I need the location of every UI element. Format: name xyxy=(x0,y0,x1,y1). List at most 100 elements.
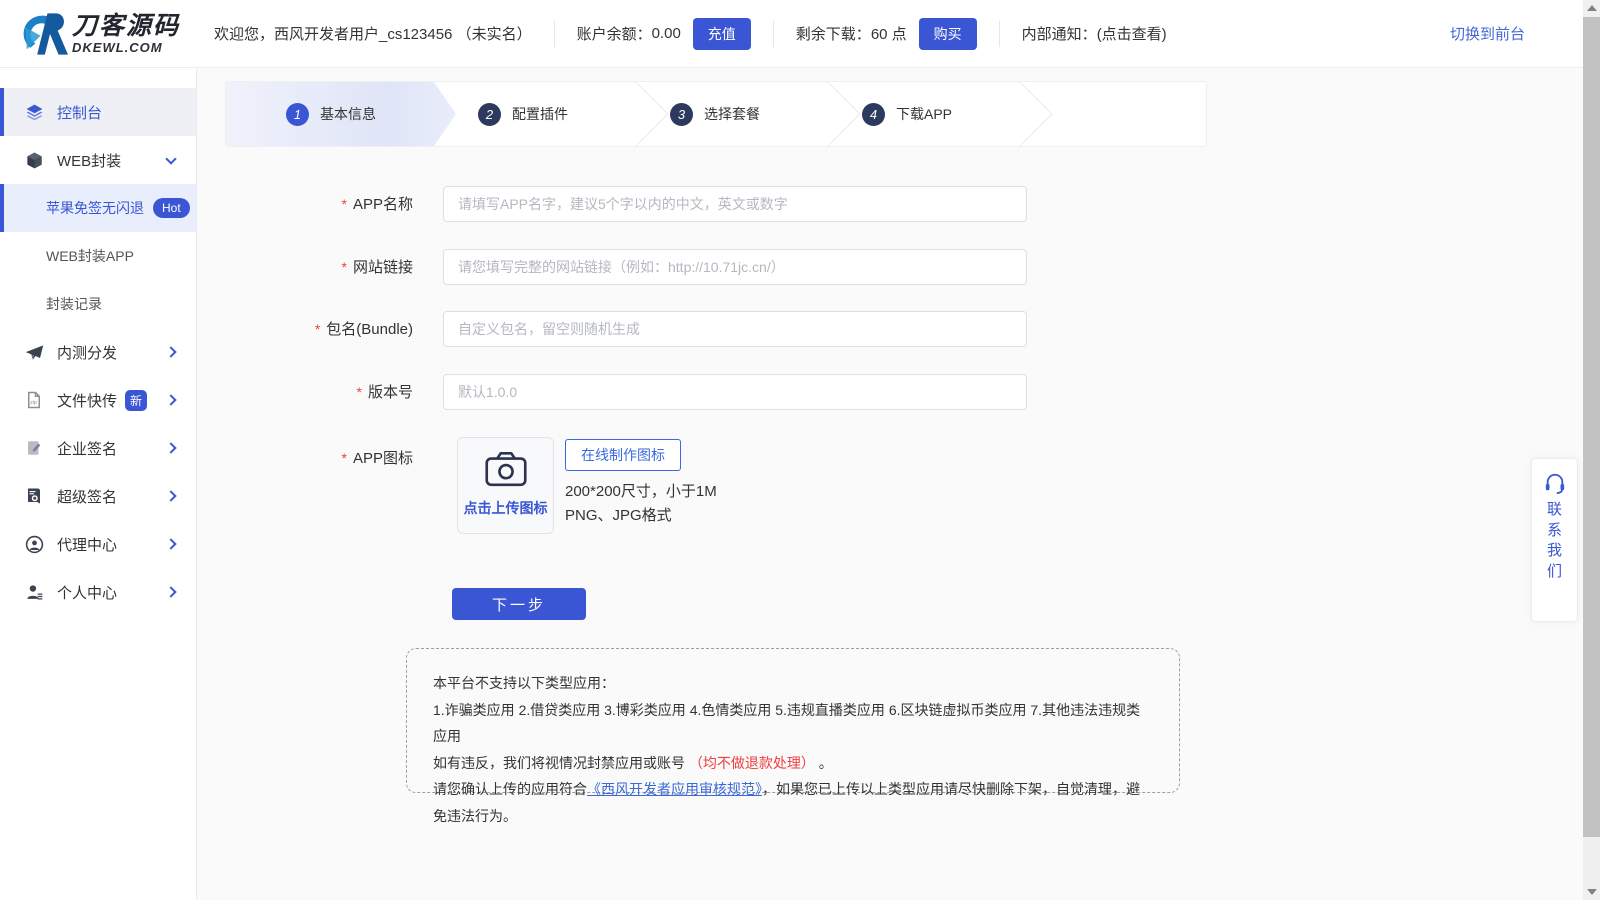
sidebar-item-label: 代理中心 xyxy=(57,534,117,555)
hot-badge: Hot xyxy=(153,198,190,218)
icon-format-hint: PNG、JPG格式 xyxy=(565,504,672,525)
no-refund-warning: （均不做退款处理） xyxy=(689,755,815,771)
app-name-label: *APP名称 xyxy=(197,186,413,223)
sidebar-subitem-apple-nosign[interactable]: 苹果免签无闪退 Hot xyxy=(0,184,196,232)
upload-icon-text: 点击上传图标 xyxy=(458,498,553,518)
step-label: 配置插件 xyxy=(512,104,568,124)
sidebar-subitem-packaging-records[interactable]: 封装记录 xyxy=(0,280,196,328)
sidebar-item-label: WEB封装APP xyxy=(46,246,134,266)
headset-icon xyxy=(1544,472,1566,494)
paper-plane-icon xyxy=(24,342,44,362)
version-label: *版本号 xyxy=(197,374,413,411)
website-url-label: *网站链接 xyxy=(197,249,413,286)
chevron-right-icon xyxy=(165,442,176,453)
notice-line-4: 请您确认上传的应用符合《西风开发者应用审核规范》，如果您已上传以上类型应用请尽快… xyxy=(433,776,1153,829)
step-wizard: 1 基本信息 2 配置插件 3 选择套餐 4 下载APP xyxy=(225,81,1207,147)
bundle-name-label: *包名(Bundle) xyxy=(197,311,413,348)
main-content: 1 基本信息 2 配置插件 3 选择套餐 4 下载APP *APP名称 xyxy=(197,68,1583,900)
sidebar-item-personal-center[interactable]: 个人中心 xyxy=(0,568,196,616)
header-divider xyxy=(773,21,774,47)
version-input[interactable] xyxy=(443,374,1027,410)
new-badge: 新 xyxy=(125,390,147,411)
site-logo[interactable]: 刀客源码 DKEWL.COM xyxy=(18,10,200,58)
camera-icon xyxy=(458,451,553,492)
file-icon: zip xyxy=(24,390,44,410)
internal-notice-label: 内部通知： xyxy=(1022,23,1097,44)
app-name-input[interactable] xyxy=(443,186,1027,222)
welcome-text: 欢迎您，西风开发者用户_cs123456 （未实名） xyxy=(214,23,532,44)
sidebar-item-label: 企业签名 xyxy=(57,438,117,459)
scroll-up-arrow[interactable] xyxy=(1587,5,1597,11)
step-label: 基本信息 xyxy=(320,104,376,124)
internal-notice-link[interactable]: (点击查看) xyxy=(1097,23,1167,44)
step-download-app: 4 下载APP xyxy=(802,82,994,146)
buy-button[interactable]: 购买 xyxy=(919,18,977,50)
notice-line-3: 如有违反，我们将视情况封禁应用或账号 （均不做退款处理） 。 xyxy=(433,750,1153,777)
policy-notice-box: 本平台不支持以下类型应用： 1.诈骗类应用 2.借贷类应用 3.博彩类应用 4.… xyxy=(406,648,1180,793)
sidebar-item-enterprise-signing[interactable]: 企业签名 xyxy=(0,424,196,472)
sidebar-item-beta-distribution[interactable]: 内测分发 xyxy=(0,328,196,376)
bundle-name-input[interactable] xyxy=(443,311,1027,347)
step-number: 1 xyxy=(286,103,309,126)
sidebar-subitem-web-pack-app[interactable]: WEB封装APP xyxy=(0,232,196,280)
step-choose-package: 3 选择套餐 xyxy=(610,82,802,146)
step-number: 3 xyxy=(670,103,693,126)
sidebar-item-label: WEB封装 xyxy=(57,150,121,171)
logo-title: 刀客源码 xyxy=(72,14,180,39)
step-basic-info: 1 基本信息 xyxy=(226,82,418,146)
sidebar-item-super-signing[interactable]: 超级签名 xyxy=(0,472,196,520)
icon-upload-dropzone[interactable]: 点击上传图标 xyxy=(457,437,554,534)
balance-label: 账户余额： xyxy=(577,23,652,44)
chevron-right-icon xyxy=(165,394,176,405)
sidebar-nav: 控制台 WEB封装 苹果免签无闪退 Hot WEB封装APP 封装记录 内测分发 xyxy=(0,68,197,900)
scroll-down-arrow[interactable] xyxy=(1587,889,1597,895)
step-label: 下载APP xyxy=(896,104,952,124)
clipboard-pen-icon xyxy=(24,438,44,458)
chevron-down-icon xyxy=(165,153,176,164)
header-divider xyxy=(554,21,555,47)
dkewl-logo-icon xyxy=(18,10,70,58)
svg-text:zip: zip xyxy=(30,400,37,406)
step-label: 选择套餐 xyxy=(704,104,760,124)
make-icon-online-button[interactable]: 在线制作图标 xyxy=(565,439,681,471)
logo-subtitle: DKEWL.COM xyxy=(72,41,180,54)
page-scrollbar[interactable] xyxy=(1583,0,1600,900)
sidebar-item-file-transfer[interactable]: zip 文件快传 新 xyxy=(0,376,196,424)
scrollbar-thumb[interactable] xyxy=(1583,17,1600,837)
header-divider xyxy=(999,21,1000,47)
sidebar-item-console[interactable]: 控制台 xyxy=(0,88,196,136)
balance-value: 0.00 xyxy=(652,25,681,42)
agent-circle-icon xyxy=(24,534,44,554)
step-configure-plugins: 2 配置插件 xyxy=(418,82,610,146)
review-spec-link[interactable]: 《西风开发者应用审核规范》 xyxy=(587,781,762,797)
sidebar-item-web-packaging[interactable]: WEB封装 xyxy=(0,136,196,184)
chevron-right-icon xyxy=(165,538,176,549)
icon-size-hint: 200*200尺寸，小于1M xyxy=(565,480,717,501)
sidebar-item-agent-center[interactable]: 代理中心 xyxy=(0,520,196,568)
recharge-button[interactable]: 充值 xyxy=(693,18,751,50)
website-url-input[interactable] xyxy=(443,249,1027,285)
downloads-value: 60 点 xyxy=(871,23,907,44)
contact-us-panel[interactable]: 联 系 我 们 xyxy=(1531,458,1578,622)
top-header: 刀客源码 DKEWL.COM 欢迎您，西风开发者用户_cs123456 （未实名… xyxy=(0,0,1583,68)
sidebar-item-label: 超级签名 xyxy=(57,486,117,507)
chevron-right-icon xyxy=(165,490,176,501)
user-icon xyxy=(24,582,44,602)
step-number: 4 xyxy=(862,103,885,126)
sidebar-item-label: 个人中心 xyxy=(57,582,117,603)
chevron-right-icon xyxy=(165,346,176,357)
chevron-right-icon xyxy=(165,586,176,597)
step-number: 2 xyxy=(478,103,501,126)
notice-line-1: 本平台不支持以下类型应用： xyxy=(433,670,1153,697)
sidebar-item-label: 控制台 xyxy=(57,102,102,123)
sidebar-item-label: 文件快传 xyxy=(57,390,117,411)
sidebar-item-label: 封装记录 xyxy=(46,294,102,314)
layers-icon xyxy=(24,102,44,122)
next-step-button[interactable]: 下一步 xyxy=(452,588,586,620)
switch-to-front-link[interactable]: 切换到前台 xyxy=(1450,23,1525,44)
notice-line-2: 1.诈骗类应用 2.借贷类应用 3.博彩类应用 4.色情类应用 5.违规直播类应… xyxy=(433,697,1153,750)
certificate-icon xyxy=(24,486,44,506)
downloads-label: 剩余下载： xyxy=(796,23,871,44)
cube-icon xyxy=(24,150,44,170)
sidebar-item-label: 苹果免签无闪退 xyxy=(46,198,144,218)
